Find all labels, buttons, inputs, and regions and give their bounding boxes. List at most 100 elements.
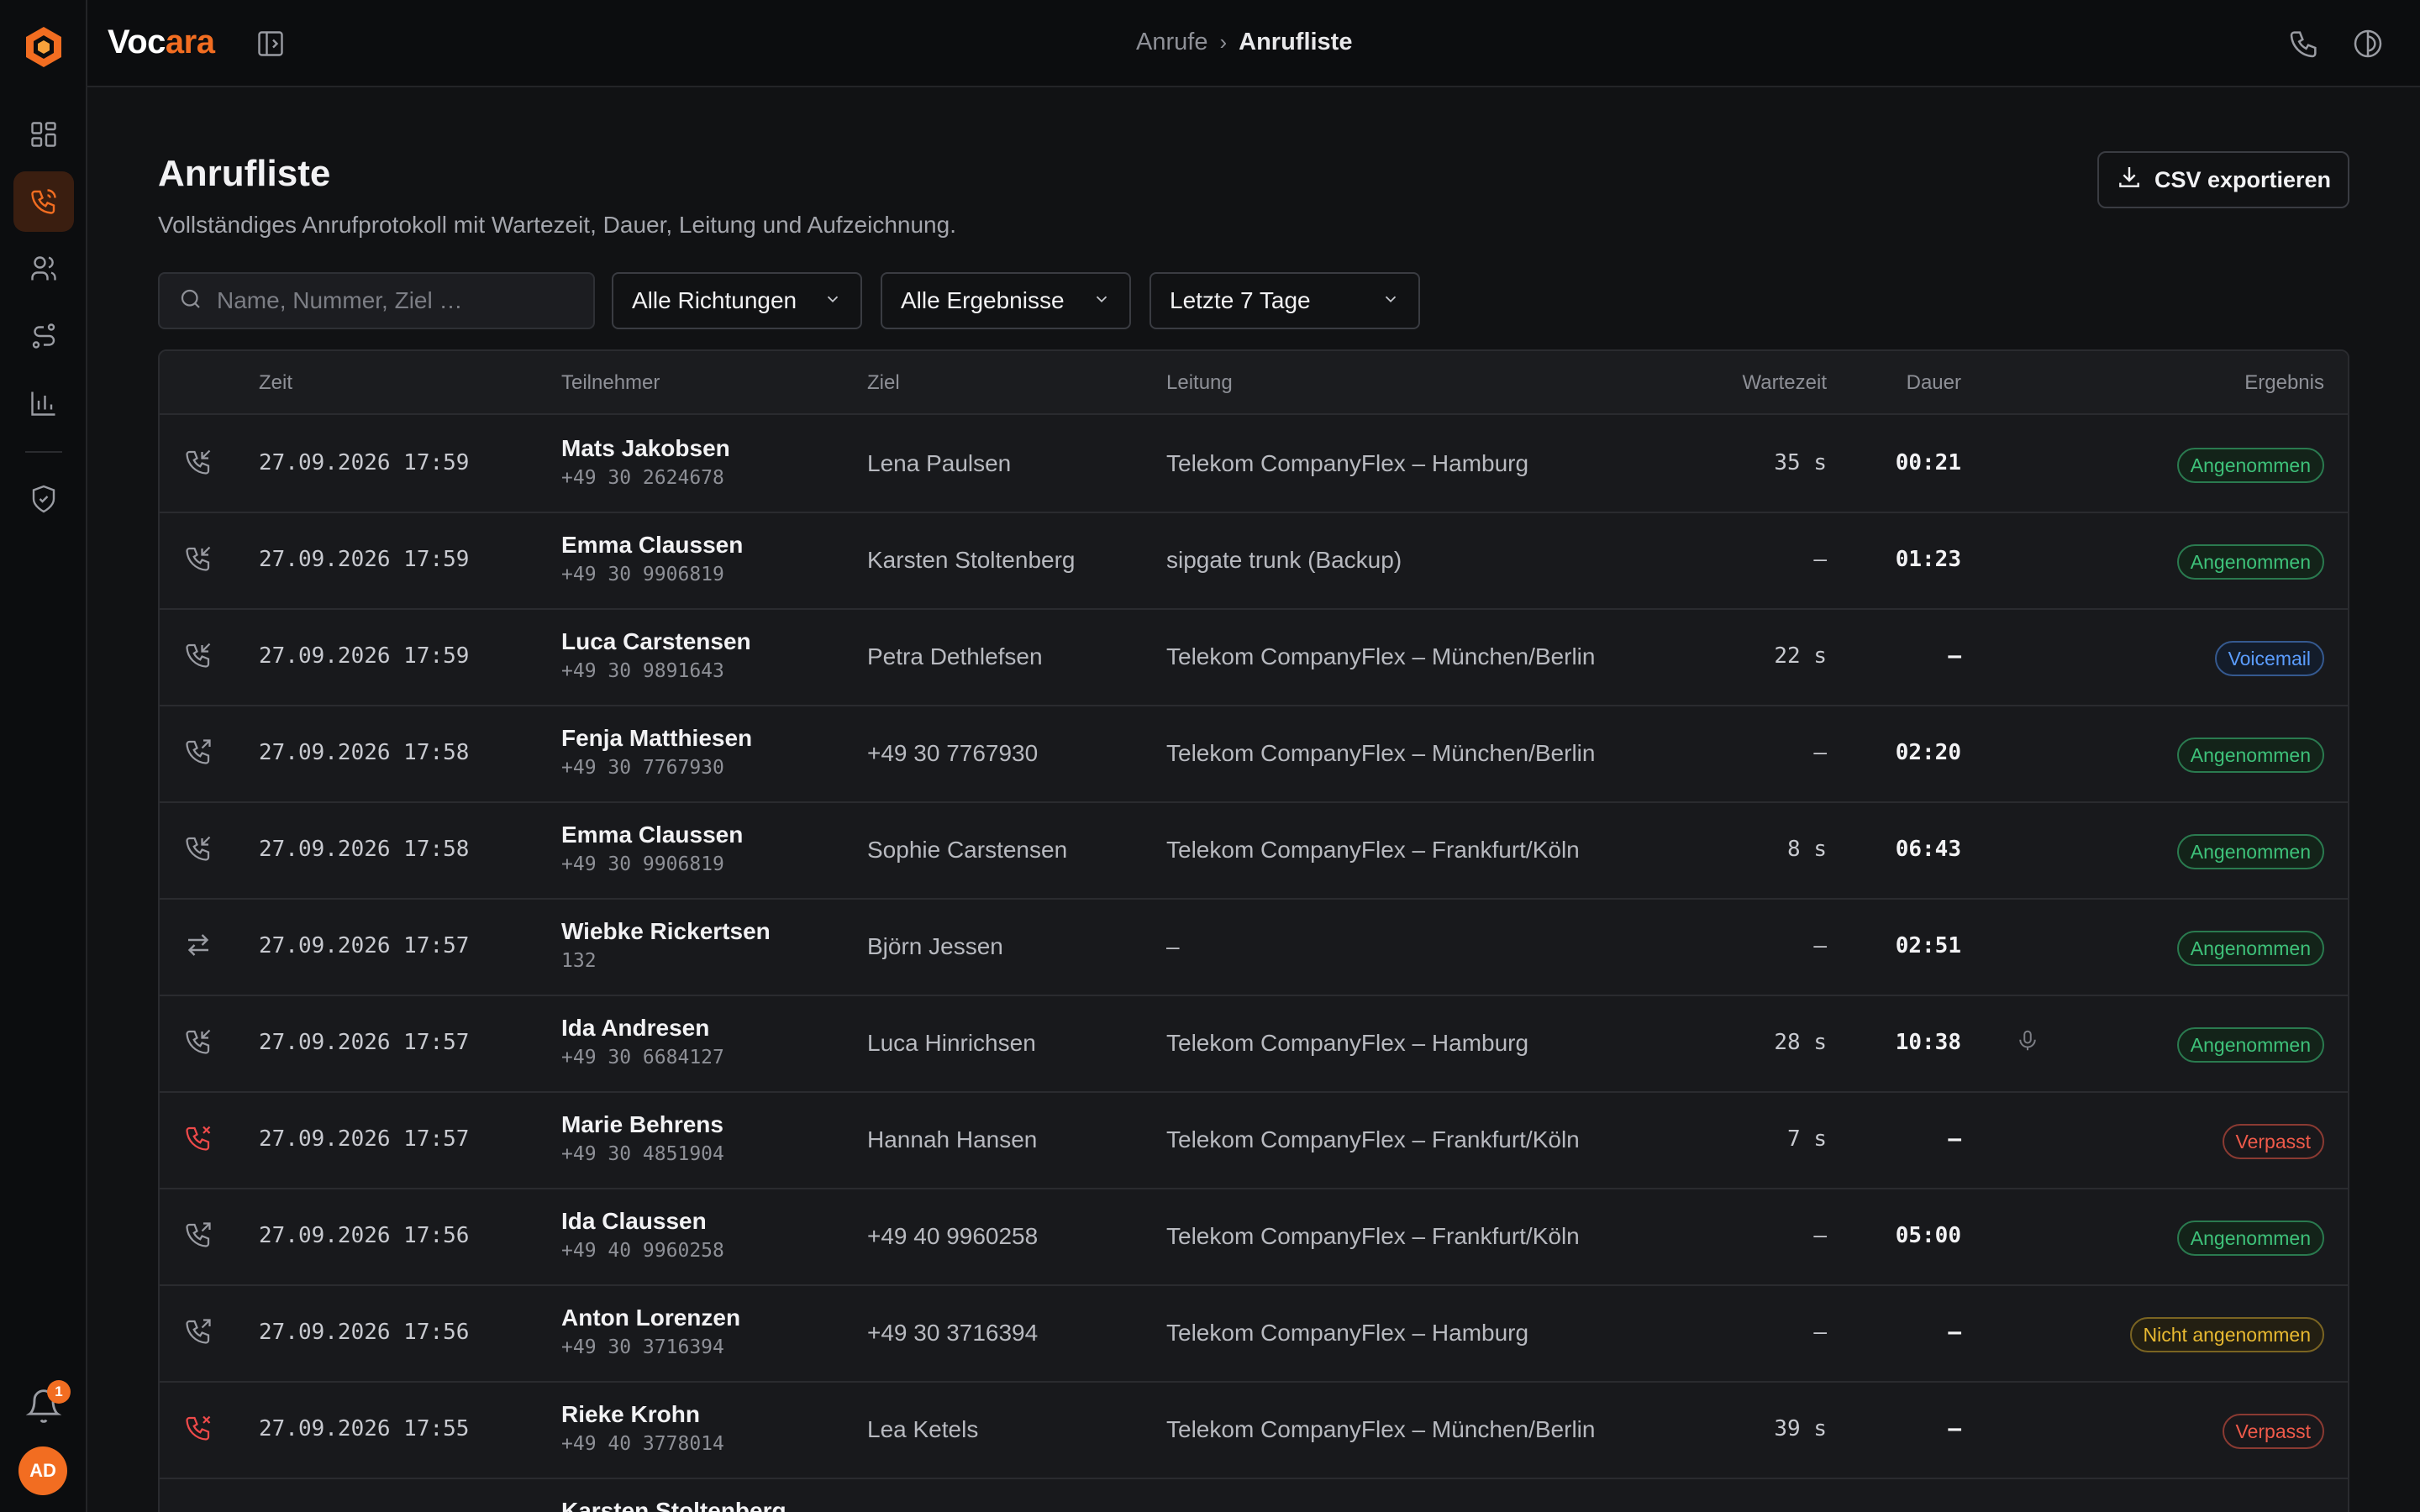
status-badge: Angenommen [2176,834,2324,869]
header-wait[interactable]: Wartezeit [1743,371,1827,395]
call-target: Björn Jessen [867,933,1003,959]
nav-stats-icon[interactable] [13,373,74,433]
nav-routing-icon[interactable] [13,306,74,366]
table-row[interactable]: 27.09.2026 17:57 Marie Behrens +49 30 4851… [160,1093,2348,1189]
participant-number: +49 30 6684127 [561,1047,724,1068]
participant-name[interactable]: Ida Claussen [561,1208,707,1235]
search-field[interactable] [158,272,595,329]
participant-name[interactable]: Mats Jakobsen [561,435,730,462]
nav-calls-icon[interactable] [13,171,74,232]
wait-time: – [1813,933,1827,958]
participant-name[interactable]: Luca Carstensen [561,628,751,655]
call-time: 27.09.2026 17:56 [259,1223,470,1248]
call-target: +49 40 9960258 [867,1223,1039,1249]
call-line: Telekom CompanyFlex – München/Berlin [1166,740,1596,766]
call-time: 27.09.2026 17:57 [259,1030,470,1055]
wait-time: 22 s [1774,643,1827,669]
internal-transfer-icon [183,930,213,960]
participant-number: +49 40 3778014 [561,1433,724,1455]
table-row[interactable]: 27.09.2026 17:55 Rieke Krohn +49 40 377801… [160,1383,2348,1479]
table-row[interactable]: 27.09.2026 17:57 Ida Andresen +49 30 66841… [160,996,2348,1093]
chevron-down-icon [823,287,842,314]
participant-name[interactable]: Emma Claussen [561,822,743,848]
result-select[interactable]: Alle Ergebnisse [881,272,1131,329]
call-target: Sophie Carstensen [867,837,1068,863]
nav-security-icon[interactable] [13,469,74,529]
header-duration[interactable]: Dauer [1907,371,1961,395]
participant-number: +49 30 9906819 [561,564,724,585]
call-duration: – [1948,1320,1961,1345]
table-row[interactable]: 27.09.2026 17:56 Anton Lorenzen +49 30 371… [160,1286,2348,1383]
table-row[interactable]: 27.09.2026 17:59 Emma Claussen +49 30 9906… [160,513,2348,610]
call-line: Telekom CompanyFlex – Frankfurt/Köln [1166,837,1580,863]
participant-name[interactable]: Anton Lorenzen [561,1305,740,1331]
user-avatar[interactable]: AD [18,1446,67,1495]
call-target: Hannah Hansen [867,1126,1038,1152]
app-logo-icon[interactable] [24,25,64,69]
participant-number: +49 30 9891643 [561,660,724,682]
header-line[interactable]: Leitung [1166,371,1233,395]
csv-export-button[interactable]: CSV exportieren [2097,151,2349,208]
call-target: Petra Dethlefsen [867,643,1043,669]
nav-contacts-icon[interactable] [13,239,74,299]
table-row[interactable]: 27.09.2026 17:59 Luca Carstensen +49 30 98… [160,610,2348,706]
call-target: Karsten Stoltenberg [867,547,1076,573]
header-result[interactable]: Ergebnis [2244,371,2324,395]
direction-select[interactable]: Alle Richtungen [612,272,862,329]
brand-main: Voc [108,24,166,60]
participant-name[interactable]: Ida Andresen [561,1015,709,1042]
outgoing-call-icon [183,1316,213,1347]
chevron-down-icon [1092,287,1111,314]
table-row[interactable]: 27.09.2026 17:57 Wiebke Rickertsen 132 Björ… [160,900,2348,996]
left-rail: 1 AD [0,0,87,1512]
wait-time: 39 s [1774,1416,1827,1441]
table-row[interactable]: 27.09.2026 17:58 Emma Claussen +49 30 9906… [160,803,2348,900]
period-select-value: Letzte 7 Tage [1170,287,1311,313]
participant-name[interactable]: Wiebke Rickertsen [561,918,771,945]
nav-dashboard-icon[interactable] [13,104,74,165]
period-select[interactable]: Letzte 7 Tage [1150,272,1420,329]
phone-icon[interactable] [2287,27,2321,60]
status-badge: Angenommen [2176,1221,2324,1256]
call-time: 27.09.2026 17:57 [259,1126,470,1152]
table-row[interactable]: Karsten Stoltenberg [160,1479,2348,1512]
participant-name[interactable]: Emma Claussen [561,532,743,559]
call-line: Telekom CompanyFlex – Frankfurt/Köln [1166,1223,1580,1249]
call-time: 27.09.2026 17:59 [259,547,470,572]
call-line: Telekom CompanyFlex – Hamburg [1166,450,1529,476]
missed-call-icon [183,1123,213,1153]
calls-table: Zeit Teilnehmer Ziel Leitung Wartezeit D… [158,349,2349,1512]
call-line: – [1166,933,1180,959]
recording-mic-icon[interactable] [2015,1028,2040,1053]
participant-name[interactable]: Fenja Matthiesen [561,725,752,752]
participant-number: +49 30 2624678 [561,467,724,489]
breadcrumb-parent[interactable]: Anrufe [1136,29,1207,56]
theme-toggle-icon[interactable] [2351,27,2385,60]
table-row[interactable]: 27.09.2026 17:59 Mats Jakobsen +49 30 2624… [160,417,2348,513]
search-input[interactable] [217,287,587,314]
status-badge: Verpasst [2222,1414,2324,1449]
call-line: sipgate trunk (Backup) [1166,547,1402,573]
wait-time: 28 s [1774,1030,1827,1055]
table-row[interactable]: 27.09.2026 17:58 Fenja Matthiesen +49 30 7… [160,706,2348,803]
wait-time: 8 s [1787,837,1827,862]
header-target[interactable]: Ziel [867,371,900,395]
wait-time: 35 s [1774,450,1827,475]
call-time: 27.09.2026 17:57 [259,933,470,958]
participant-name[interactable]: Rieke Krohn [561,1401,700,1428]
sidebar-toggle-icon[interactable] [255,29,286,59]
call-duration: – [1948,1126,1961,1152]
incoming-call-icon [183,833,213,864]
page-subtitle: Vollständiges Anrufprotokoll mit Warteze… [158,212,956,238]
call-target: +49 30 3716394 [867,1320,1039,1346]
status-badge: Angenommen [2176,544,2324,580]
call-target: Lena Paulsen [867,450,1012,476]
header-time[interactable]: Zeit [259,371,292,395]
call-time: 27.09.2026 17:55 [259,1416,470,1441]
participant-name[interactable]: Karsten Stoltenberg [561,1498,786,1512]
call-time: 27.09.2026 17:58 [259,837,470,862]
header-participant[interactable]: Teilnehmer [561,371,660,395]
call-line: Telekom CompanyFlex – Hamburg [1166,1030,1529,1056]
participant-name[interactable]: Marie Behrens [561,1111,723,1138]
table-row[interactable]: 27.09.2026 17:56 Ida Claussen +49 40 99602… [160,1189,2348,1286]
